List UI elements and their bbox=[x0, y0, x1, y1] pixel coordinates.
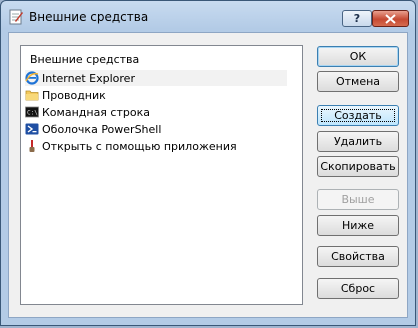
external-tools-dialog: Внешние средства ? Внешние средства Inte… bbox=[0, 0, 416, 326]
list-item-command-prompt[interactable]: C:\ Командная строка bbox=[25, 104, 287, 120]
list-item-label: Оболочка PowerShell bbox=[42, 122, 162, 136]
internet-explorer-icon bbox=[25, 71, 39, 85]
notepad-icon bbox=[9, 9, 23, 25]
list-item-open-with[interactable]: Открыть с помощью приложения bbox=[25, 138, 287, 154]
open-with-icon bbox=[29, 140, 35, 152]
ok-button[interactable]: ОК bbox=[317, 46, 399, 67]
close-button[interactable] bbox=[372, 10, 409, 27]
list-header: Внешние средства bbox=[30, 53, 140, 66]
list-item-explorer[interactable]: Проводник bbox=[25, 87, 287, 103]
svg-text:C:\: C:\ bbox=[27, 110, 38, 117]
title-bar[interactable]: Внешние средства ? bbox=[1, 1, 415, 31]
window-title: Внешние средства bbox=[29, 10, 149, 24]
list-item-label: Открыть с помощью приложения bbox=[42, 139, 237, 153]
list-item-label: Internet Explorer bbox=[42, 71, 135, 85]
delete-button[interactable]: Удалить bbox=[317, 131, 399, 152]
list-item-label: Проводник bbox=[42, 88, 106, 102]
help-button[interactable]: ? bbox=[342, 10, 372, 27]
list-item-internet-explorer[interactable]: Internet Explorer bbox=[25, 70, 287, 86]
dialog-body: Внешние средства Internet Explorer Прово… bbox=[8, 32, 408, 318]
copy-button[interactable]: Скопировать bbox=[317, 156, 399, 177]
reset-button[interactable]: Сброс bbox=[317, 278, 399, 299]
properties-button[interactable]: Свойства bbox=[317, 246, 399, 267]
explorer-folder-icon bbox=[25, 90, 39, 101]
cancel-button[interactable]: Отмена bbox=[317, 71, 399, 92]
tools-list[interactable]: Внешние средства Internet Explorer Прово… bbox=[20, 45, 303, 305]
create-button[interactable]: Создать bbox=[317, 105, 399, 126]
command-prompt-icon: C:\ bbox=[25, 106, 39, 118]
move-up-button[interactable]: Выше bbox=[317, 189, 399, 210]
list-item-powershell[interactable]: Оболочка PowerShell bbox=[25, 121, 287, 137]
move-down-button[interactable]: Ниже bbox=[317, 215, 399, 236]
list-item-label: Командная строка bbox=[42, 105, 150, 119]
close-icon bbox=[385, 13, 396, 24]
powershell-icon bbox=[25, 123, 39, 135]
